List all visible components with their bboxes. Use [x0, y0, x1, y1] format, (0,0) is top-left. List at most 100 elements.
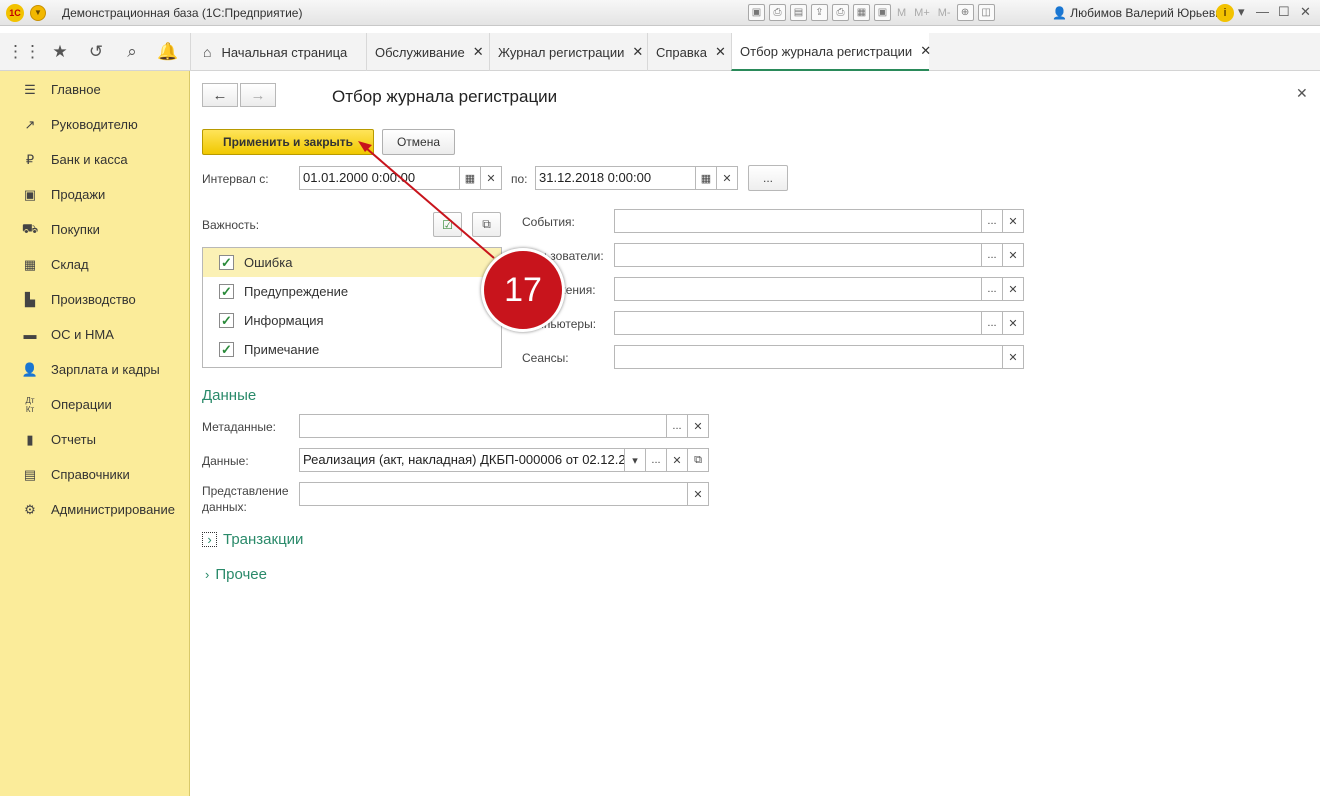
clear-icon[interactable]: ✕ [1002, 209, 1024, 233]
select-button[interactable]: ... [981, 243, 1003, 267]
memory-m-minus-button[interactable]: M- [938, 7, 951, 19]
close-tab-icon[interactable]: ✕ [473, 44, 484, 60]
sidebar-item-production[interactable]: ▙ Производство [0, 282, 190, 317]
panels-icon[interactable]: ◫ [977, 4, 995, 21]
data-field[interactable]: Реализация (акт, накладная) ДКБП-000006 … [299, 448, 625, 472]
sidebar-item-management[interactable]: ↗ Руководителю [0, 107, 190, 142]
clear-icon[interactable]: ✕ [1002, 345, 1024, 369]
representation-field[interactable] [299, 482, 689, 506]
tab-label: Обслуживание [375, 44, 465, 60]
calendar-icon[interactable]: ▣ [874, 4, 891, 21]
calendar-icon[interactable]: ▦ [695, 166, 717, 190]
cancel-button[interactable]: Отмена [382, 129, 455, 155]
calendar-icon[interactable]: ▦ [459, 166, 481, 190]
minimize-icon[interactable]: — [1256, 4, 1269, 19]
checkbox[interactable]: ✓ [219, 313, 234, 328]
clear-icon[interactable]: ✕ [480, 166, 502, 190]
list-item[interactable]: ✓ Примечание [203, 335, 501, 364]
events-field[interactable] [614, 209, 983, 233]
clear-icon[interactable]: ✕ [1002, 277, 1024, 301]
tab-event-log-filter[interactable]: Отбор журнала регистрации ✕ [731, 33, 931, 71]
close-form-icon[interactable]: ✕ [1296, 85, 1308, 102]
star-icon[interactable]: ★ [49, 41, 71, 63]
checkbox[interactable]: ✓ [219, 284, 234, 299]
back-button[interactable]: ← [202, 83, 238, 107]
copy-icon[interactable]: ⧉ [472, 212, 501, 237]
close-tab-icon[interactable]: ✕ [632, 44, 643, 60]
clear-icon[interactable]: ✕ [687, 482, 709, 506]
upload-icon[interactable]: ⇪ [811, 4, 828, 21]
clear-icon[interactable]: ✕ [687, 414, 709, 438]
clear-icon[interactable]: ✕ [1002, 243, 1024, 267]
tab-maintenance[interactable]: Обслуживание ✕ [366, 33, 489, 71]
maximize-icon[interactable]: ☐ [1278, 4, 1290, 20]
sidebar-item-sales[interactable]: ▣ Продажи [0, 177, 190, 212]
users-field[interactable] [614, 243, 983, 267]
open-icon[interactable]: ⧉ [687, 448, 709, 472]
nav-bar: ⋮⋮ ★ ↺ ⌕ 🔔 ⌂ Начальная страница Обслужив… [0, 33, 1320, 71]
check-all-icon[interactable]: ☑ [433, 212, 462, 237]
sidebar-item-administration[interactable]: ⚙ Администрирование [0, 492, 190, 527]
transactions-label: Транзакции [223, 531, 304, 548]
main-menu-button[interactable]: ▼ [30, 4, 46, 21]
zoom-icon[interactable]: ⊕ [956, 4, 974, 21]
tab-event-log[interactable]: Журнал регистрации ✕ [489, 33, 647, 71]
close-tab-icon[interactable]: ✕ [920, 43, 931, 59]
sidebar-item-bank[interactable]: ₽ Банк и касса [0, 142, 190, 177]
current-user[interactable]: 👤 Любимов Валерий Юрьевич [1052, 6, 1228, 20]
choose-period-button[interactable]: ... [748, 165, 788, 191]
sidebar-item-reports[interactable]: ▮ Отчеты [0, 422, 190, 457]
select-button[interactable]: ... [666, 414, 688, 438]
sidebar-item-salary[interactable]: 👤 Зарплата и кадры [0, 352, 190, 387]
other-group[interactable]: › Прочее [205, 566, 267, 583]
select-button[interactable]: ... [981, 209, 1003, 233]
save-icon[interactable]: ▣ [748, 4, 765, 21]
clear-icon[interactable]: ✕ [1002, 311, 1024, 335]
tab-help[interactable]: Справка ✕ [647, 33, 731, 71]
interval-to-field[interactable]: 31.12.2018 0:00:00 [535, 166, 696, 190]
apps-grid-icon[interactable]: ⋮⋮ [7, 41, 41, 63]
list-item[interactable]: ✓ Предупреждение [203, 277, 501, 306]
checkbox[interactable]: ✓ [219, 342, 234, 357]
close-tab-icon[interactable]: ✕ [715, 44, 726, 60]
select-button[interactable]: ... [981, 311, 1003, 335]
clear-icon[interactable]: ✕ [716, 166, 738, 190]
list-item[interactable]: ✓ Ошибка [203, 248, 501, 277]
close-window-icon[interactable]: ✕ [1300, 4, 1311, 20]
sidebar-item-operations[interactable]: Дт Кт Операции [0, 387, 190, 422]
transactions-group[interactable]: › Транзакции [202, 531, 303, 548]
clear-icon[interactable]: ✕ [666, 448, 688, 472]
computers-field[interactable] [614, 311, 983, 335]
sidebar-item-warehouse[interactable]: ▦ Склад [0, 247, 190, 282]
sessions-field[interactable] [614, 345, 1004, 369]
bell-icon[interactable]: 🔔 [157, 41, 179, 63]
data-section-title: Данные [202, 387, 257, 404]
calculator-icon[interactable]: ▦ [853, 4, 870, 21]
sidebar-item-fixed-assets[interactable]: ▬ ОС и НМА [0, 317, 190, 352]
printer-icon[interactable]: ⎙ [832, 4, 849, 21]
applications-field[interactable] [614, 277, 983, 301]
interval-from-field[interactable]: 01.01.2000 0:00:00 [299, 166, 460, 190]
select-button[interactable]: ... [981, 277, 1003, 301]
list-item-label: Ошибка [244, 255, 293, 270]
memory-m-plus-button[interactable]: M+ [914, 7, 930, 19]
list-item[interactable]: ✓ Информация [203, 306, 501, 335]
sidebar-item-main[interactable]: ☰ Главное [0, 72, 190, 107]
print-preview-icon[interactable]: ▤ [790, 4, 807, 21]
sidebar-item-label: Банк и касса [51, 152, 128, 167]
sidebar-item-purchases[interactable]: ⛟ Покупки [0, 212, 190, 247]
chevron-down-icon[interactable]: ▾ [1238, 4, 1245, 20]
metadata-field[interactable] [299, 414, 668, 438]
dropdown-icon[interactable]: ▾ [624, 448, 646, 472]
history-icon[interactable]: ↺ [85, 41, 107, 63]
select-button[interactable]: ... [645, 448, 667, 472]
info-icon[interactable]: i [1216, 4, 1234, 22]
checkbox[interactable]: ✓ [219, 255, 234, 270]
forward-button[interactable]: → [240, 83, 276, 107]
sidebar-item-catalogs[interactable]: ▤ Справочники [0, 457, 190, 492]
print-icon[interactable]: ⎙ [769, 4, 786, 21]
search-icon[interactable]: ⌕ [121, 41, 143, 63]
memory-m-button[interactable]: M [897, 7, 906, 19]
tab-home[interactable]: ⌂ Начальная страница [190, 33, 366, 71]
apply-and-close-button[interactable]: Применить и закрыть [202, 129, 374, 155]
